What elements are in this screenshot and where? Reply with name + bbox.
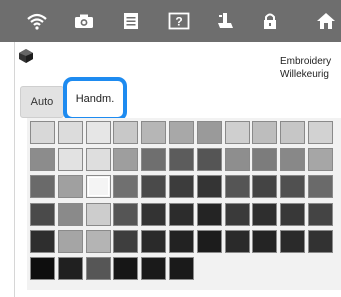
color-swatch[interactable]	[30, 202, 55, 226]
color-swatch[interactable]	[196, 148, 222, 172]
presser-foot-icon[interactable]	[213, 9, 237, 33]
color-swatch[interactable]	[113, 148, 139, 172]
color-swatch[interactable]	[30, 229, 55, 253]
help-icon[interactable]: ?	[167, 9, 191, 33]
home-icon[interactable]	[314, 9, 338, 33]
color-swatch[interactable]	[308, 202, 333, 226]
tab-auto[interactable]: Auto	[20, 86, 64, 118]
wifi-icon[interactable]	[25, 9, 49, 33]
color-swatch[interactable]	[141, 202, 167, 226]
color-swatch[interactable]	[252, 121, 278, 144]
color-swatch[interactable]	[57, 202, 83, 226]
color-swatch[interactable]	[252, 229, 278, 253]
color-swatch[interactable]	[57, 148, 83, 172]
color-swatch[interactable]	[280, 175, 306, 199]
color-swatch[interactable]	[280, 148, 306, 172]
document-icon[interactable]	[119, 9, 143, 33]
color-swatch[interactable]	[308, 121, 333, 144]
color-swatch[interactable]	[141, 229, 167, 253]
color-swatch[interactable]	[141, 148, 167, 172]
tab-handm[interactable]: Handm.	[63, 77, 127, 121]
color-palette-grid	[27, 118, 341, 290]
color-swatch[interactable]	[252, 148, 278, 172]
color-swatch[interactable]	[224, 148, 250, 172]
color-swatch[interactable]	[85, 175, 111, 199]
color-swatch[interactable]	[224, 229, 250, 253]
color-swatch[interactable]	[57, 257, 83, 280]
color-swatch[interactable]	[196, 121, 222, 144]
color-swatch[interactable]	[85, 229, 111, 253]
color-swatch[interactable]	[141, 121, 167, 144]
color-swatch[interactable]	[169, 175, 194, 199]
color-swatch[interactable]	[169, 121, 194, 144]
color-swatch[interactable]	[30, 121, 55, 144]
color-swatch[interactable]	[224, 121, 250, 144]
lock-icon[interactable]	[258, 9, 282, 33]
color-swatch[interactable]	[280, 229, 306, 253]
color-swatch[interactable]	[196, 202, 222, 226]
color-swatch[interactable]	[85, 121, 111, 144]
color-swatch[interactable]	[308, 175, 333, 199]
page-subtitle: Willekeurig	[280, 69, 329, 80]
color-swatch[interactable]	[57, 229, 83, 253]
top-toolbar: ?	[0, 0, 341, 42]
color-swatch[interactable]	[85, 202, 111, 226]
color-swatch[interactable]	[141, 175, 167, 199]
color-swatch[interactable]	[30, 257, 55, 280]
color-swatch[interactable]	[85, 148, 111, 172]
color-swatch[interactable]	[196, 229, 222, 253]
color-swatch[interactable]	[113, 121, 139, 144]
color-swatch[interactable]	[113, 229, 139, 253]
color-swatch[interactable]	[252, 175, 278, 199]
color-swatch[interactable]	[169, 148, 194, 172]
color-swatch[interactable]	[196, 175, 222, 199]
color-swatch[interactable]	[308, 229, 333, 253]
color-swatch[interactable]	[169, 257, 194, 280]
color-swatch[interactable]	[141, 257, 167, 280]
color-swatch[interactable]	[30, 175, 55, 199]
color-swatch[interactable]	[30, 148, 55, 172]
color-swatch[interactable]	[224, 202, 250, 226]
color-swatch[interactable]	[169, 229, 194, 253]
color-swatch[interactable]	[169, 202, 194, 226]
color-swatch[interactable]	[57, 121, 83, 144]
color-swatch[interactable]	[280, 202, 306, 226]
camera-icon[interactable]	[72, 9, 96, 33]
color-swatch[interactable]	[113, 175, 139, 199]
svg-text:?: ?	[175, 15, 182, 29]
color-swatch[interactable]	[224, 175, 250, 199]
page-title: Embroidery	[280, 56, 332, 67]
color-swatch[interactable]	[57, 175, 83, 199]
color-swatch[interactable]	[308, 148, 333, 172]
embroidery-thread-icon	[18, 48, 34, 64]
color-swatch[interactable]	[113, 202, 139, 226]
color-swatch[interactable]	[252, 202, 278, 226]
color-swatch[interactable]	[280, 121, 306, 144]
color-swatch[interactable]	[85, 257, 111, 280]
color-swatch[interactable]	[113, 257, 139, 280]
